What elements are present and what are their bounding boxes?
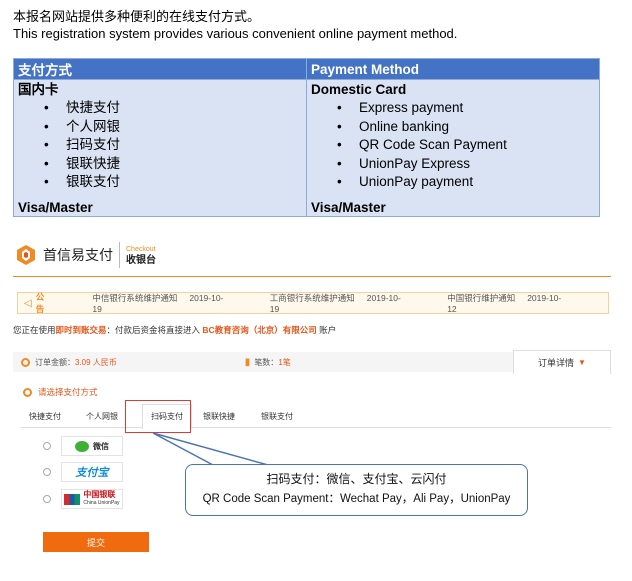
amount-value: 3.09 人民币 bbox=[75, 357, 117, 367]
callout-line-en: QR Code Scan Payment：Wechat Pay，Ali Pay，… bbox=[202, 493, 511, 505]
notice-bar: ◁ 公告 中信银行系统维护通知 2019-10-19 工商银行系统维护通知 2019… bbox=[17, 292, 609, 314]
document-icon: ▮ bbox=[244, 356, 251, 368]
unionpay-text: 中国银联 China UnionPay bbox=[83, 491, 119, 507]
callout-pointer bbox=[152, 432, 269, 468]
list-item: 快捷支付 bbox=[18, 99, 302, 118]
list-item: Express payment bbox=[311, 99, 595, 118]
list-item: 扫码支付 bbox=[18, 136, 302, 155]
en-visa-master: Visa/Master bbox=[311, 200, 386, 215]
chevron-down-icon: ▼ bbox=[578, 358, 586, 367]
intro-line-cn: 本报名网站提供多种便利的在线支付方式。 bbox=[13, 9, 261, 24]
highlight-box bbox=[125, 400, 191, 433]
using-prefix: 您正在使用 bbox=[13, 325, 56, 335]
cn-list: 快捷支付 个人网银 扫码支付 银联快捷 银联支付 bbox=[18, 99, 302, 192]
cn-title: 国内卡 bbox=[18, 82, 59, 97]
unionpay-card-icon bbox=[64, 493, 81, 505]
cn-cell: 国内卡 快捷支付 个人网银 扫码支付 银联快捷 银联支付 Visa/Master bbox=[13, 79, 307, 217]
transaction-mode: 即时到账交易 bbox=[55, 325, 107, 335]
option-unionpay[interactable]: 中国银联 China UnionPay bbox=[43, 489, 123, 509]
header-cn: 支付方式 bbox=[13, 58, 307, 80]
checkout-screenshot: 首信易支付 Checkout 收银台 ◁ 公告 中信银行系统维护通知 2019-1… bbox=[13, 230, 613, 570]
brand-header: 首信易支付 Checkout 收银台 bbox=[15, 238, 156, 272]
count-value: 1笔 bbox=[278, 357, 291, 367]
unionpay-cn: 中国银联 bbox=[83, 490, 116, 499]
wechat-radio[interactable] bbox=[43, 442, 51, 450]
choose-icon bbox=[23, 387, 32, 397]
notice-text: 中国银行维护通知 bbox=[447, 293, 516, 303]
brand-sub-en: Checkout bbox=[126, 246, 156, 253]
brand-subtitle: Checkout 收银台 bbox=[126, 244, 156, 266]
tab-unionpay[interactable]: 银联支付 bbox=[261, 411, 293, 422]
wechat-logo-inner: 微信 bbox=[75, 440, 109, 452]
notice-item[interactable]: 中信银行系统维护通知 2019-10-19 bbox=[92, 292, 229, 314]
wechat-label: 微信 bbox=[93, 441, 109, 451]
notice-text: 工商银行系统维护通知 bbox=[269, 293, 355, 303]
tab-unionpay-express[interactable]: 银联快捷 bbox=[203, 411, 235, 422]
submit-button[interactable]: 提交 bbox=[43, 532, 149, 552]
intro-line-en: This registration system provides variou… bbox=[13, 26, 458, 41]
list-item: 个人网银 bbox=[18, 118, 302, 137]
en-cell: Domestic Card Express payment Online ban… bbox=[306, 79, 600, 217]
count-label: 笔数： bbox=[254, 357, 279, 367]
en-title: Domestic Card bbox=[311, 82, 407, 97]
using-middle: ：付款后资金将直接进入 bbox=[106, 325, 201, 335]
callout-box: 扫码支付：微信、支付宝、云闪付 QR Code Scan Payment：Wec… bbox=[185, 464, 528, 516]
en-list: Express payment Online banking QR Code S… bbox=[311, 99, 595, 192]
brand-divider bbox=[119, 242, 120, 268]
cn-visa-master: Visa/Master bbox=[18, 200, 93, 215]
alipay-logo: 支付宝 bbox=[61, 462, 123, 482]
tab-express[interactable]: 快捷支付 bbox=[29, 411, 61, 422]
choose-method-heading: 请选择支付方式 bbox=[23, 386, 98, 398]
tab-online-banking[interactable]: 个人网银 bbox=[86, 411, 118, 422]
speaker-icon: ◁ bbox=[24, 297, 32, 309]
wechat-logo: 微信 bbox=[61, 436, 123, 456]
merchant-name: BC教育咨询（北京）有限公司 bbox=[202, 325, 317, 335]
alipay-label: 支付宝 bbox=[75, 467, 109, 479]
choose-label: 请选择支付方式 bbox=[38, 387, 98, 397]
order-details-button[interactable]: 订单详情 ▼ bbox=[513, 350, 611, 374]
option-alipay[interactable]: 支付宝 bbox=[43, 462, 123, 482]
list-item: UnionPay Express bbox=[311, 155, 595, 174]
notice-item[interactable]: 中国银行维护通知 2019-10-12 bbox=[447, 292, 568, 314]
order-summary: 订单金额： 3.09 人民币 ▮ 笔数： 1笔 订单详情 ▼ bbox=[13, 350, 611, 374]
callout-line-cn: 扫码支付：微信、支付宝、云闪付 bbox=[266, 472, 447, 486]
header-divider bbox=[13, 276, 611, 277]
order-details-label: 订单详情 bbox=[538, 358, 575, 368]
amount-group: 订单金额： 3.09 人民币 bbox=[13, 357, 117, 368]
notice-tag: 公告 bbox=[35, 292, 45, 314]
intro-text: 本报名网站提供多种便利的在线支付方式。 This registration sy… bbox=[13, 8, 457, 42]
list-item: 银联支付 bbox=[18, 173, 302, 192]
notice-text: 中信银行系统维护通知 bbox=[92, 293, 178, 303]
list-item: QR Code Scan Payment bbox=[311, 136, 595, 155]
amount-label: 订单金额： bbox=[35, 357, 75, 367]
brand-name: 首信易支付 bbox=[43, 247, 113, 263]
brand-sub-cn: 收银台 bbox=[126, 255, 156, 266]
unionpay-logo: 中国银联 China UnionPay bbox=[61, 489, 123, 509]
list-item: Online banking bbox=[311, 118, 595, 137]
brand-logo-icon bbox=[17, 245, 35, 265]
transaction-info: 您正在使用即时到账交易：付款后资金将直接进入 BC教育咨询（北京）有限公司 账户 bbox=[13, 324, 336, 336]
header-en: Payment Method bbox=[306, 58, 600, 80]
alipay-radio[interactable] bbox=[43, 468, 51, 476]
list-item: 银联快捷 bbox=[18, 155, 302, 174]
list-item: UnionPay payment bbox=[311, 173, 595, 192]
payment-method-table: 支付方式 Payment Method 国内卡 快捷支付 个人网银 扫码支付 银… bbox=[13, 58, 600, 217]
option-wechat[interactable]: 微信 bbox=[43, 436, 123, 456]
unionpay-logo-inner: 中国银联 China UnionPay bbox=[64, 491, 120, 507]
amount-icon bbox=[21, 357, 30, 367]
payment-tabs: 快捷支付 个人网银 扫码支付 银联快捷 银联支付 bbox=[21, 404, 611, 429]
notice-item[interactable]: 工商银行系统维护通知 2019-10-19 bbox=[270, 292, 407, 314]
using-suffix: 账户 bbox=[319, 325, 337, 335]
wechat-icon bbox=[75, 440, 89, 452]
unionpay-radio[interactable] bbox=[43, 495, 51, 503]
unionpay-en: China UnionPay bbox=[83, 500, 120, 506]
